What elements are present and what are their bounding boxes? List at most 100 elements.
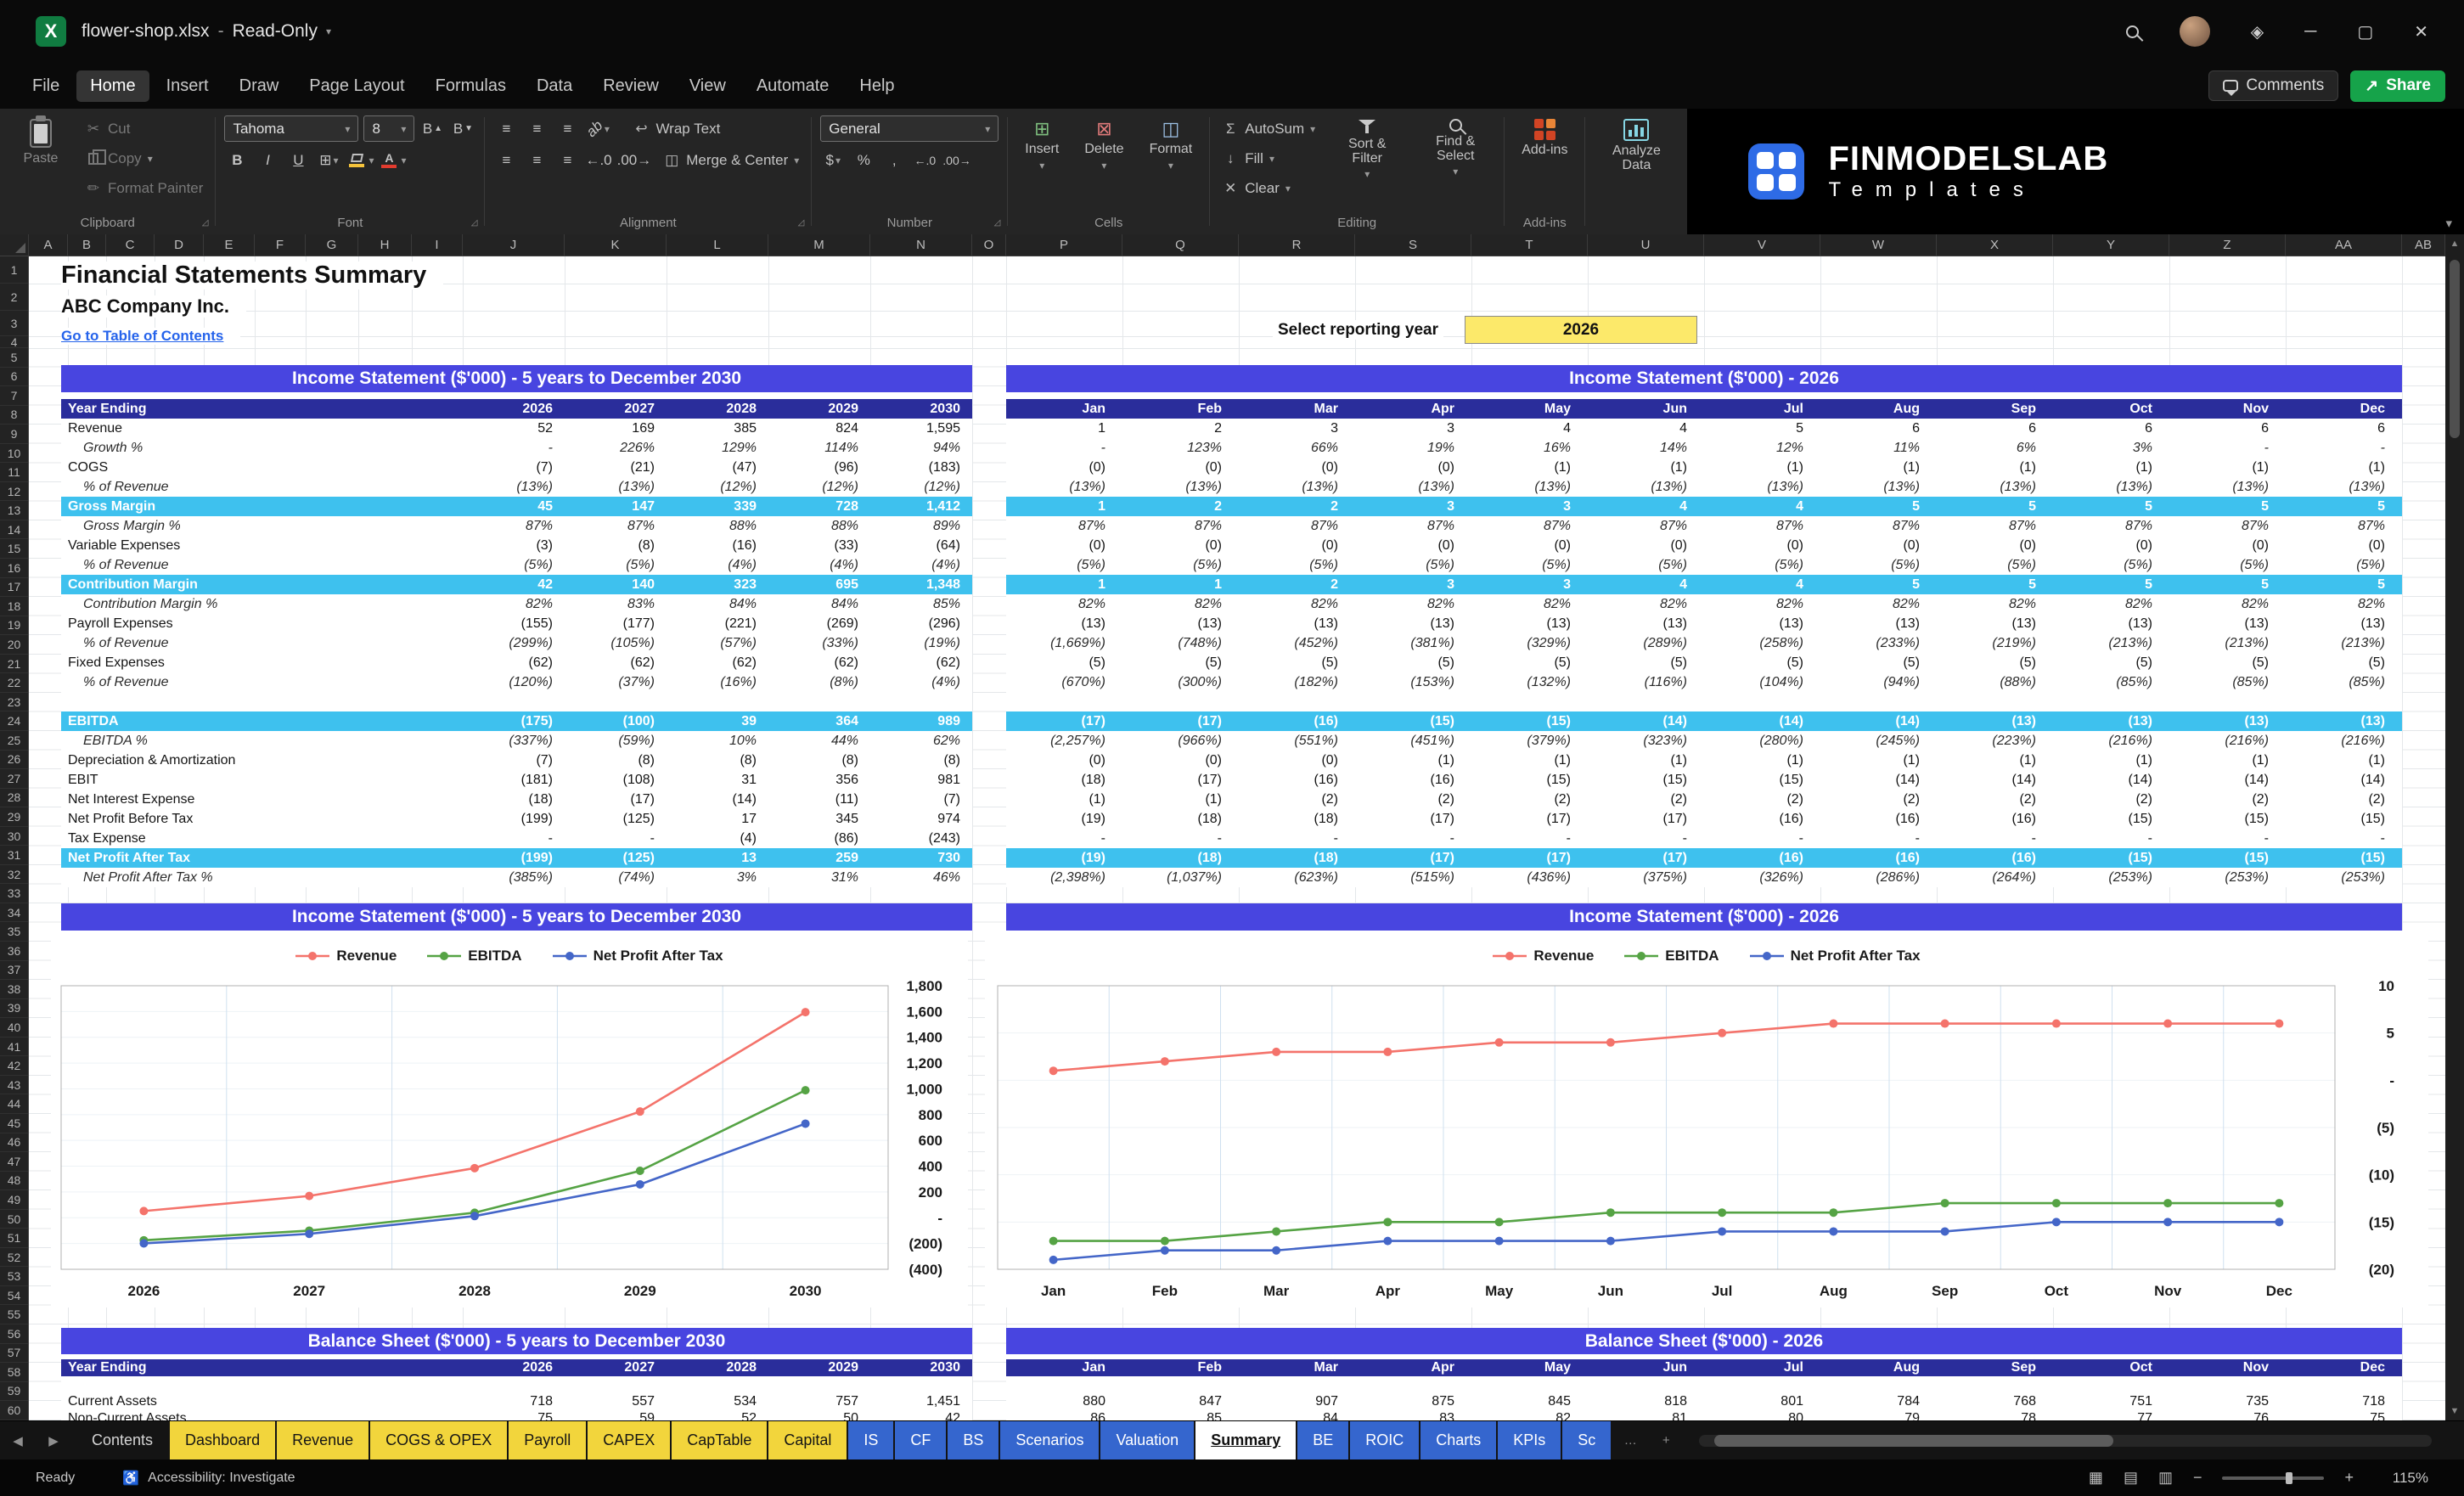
cell[interactable]: (13%) [1006,477,1122,497]
cell[interactable]: 82% [1937,594,2053,614]
cell[interactable]: (13) [2169,711,2286,731]
header-col[interactable]: Mar [1239,1359,1355,1376]
sheet-tab-captable[interactable]: CapTable [672,1421,768,1459]
header-col[interactable]: 2026 [463,399,565,419]
zoom-in-button[interactable]: + [2344,1469,2354,1487]
cell[interactable]: 83 [1355,1410,1471,1420]
cell[interactable]: (175) [463,711,565,731]
cell[interactable]: (4%) [870,672,972,692]
cell[interactable] [1820,1376,1937,1393]
cell[interactable]: 6% [1937,438,2053,458]
cell[interactable]: (1) [1006,790,1122,809]
row-header-22[interactable]: 22 [0,673,28,693]
cell[interactable]: (13) [1588,614,1704,633]
cell[interactable]: (14) [667,790,768,809]
cell[interactable]: 17 [667,809,768,829]
normal-view-icon[interactable]: ▦ [2089,1469,2103,1487]
share-button[interactable]: ↗ Share [2350,70,2445,102]
cell[interactable]: 81 [1588,1410,1704,1420]
cell[interactable]: 84% [667,594,768,614]
cell[interactable] [768,1376,870,1393]
row-header-7[interactable]: 7 [0,386,28,406]
cell[interactable]: 323 [667,575,768,594]
menu-tab-file[interactable]: File [19,70,73,102]
cell[interactable]: (14) [1937,770,2053,790]
cell-label[interactable]: EBITDA % [61,731,463,751]
cell[interactable]: 82% [1588,594,1704,614]
cell[interactable]: (16) [1239,770,1355,790]
cell[interactable]: (17) [1006,711,1122,731]
fill-button[interactable]: ↓ Fill ▾ [1218,145,1319,172]
cell[interactable]: (7) [463,751,565,770]
decrease-decimal-button[interactable]: ←.0 [912,147,937,173]
cell[interactable]: (13) [1820,614,1937,633]
cell[interactable]: 87% [1937,516,2053,536]
row-header-5[interactable]: 5 [0,348,28,368]
cell[interactable]: 78 [1937,1410,2053,1420]
cell[interactable]: (15) [1471,711,1588,731]
column-header-N[interactable]: N [870,234,972,256]
cell[interactable]: (13) [1704,614,1820,633]
cell[interactable]: (2) [2053,790,2169,809]
row-header-31[interactable]: 31 [0,846,28,865]
cell[interactable]: (0) [1937,536,2053,555]
cell[interactable]: (18) [1239,809,1355,829]
cell[interactable]: (21) [565,458,667,477]
alignment-dialog-launcher-icon[interactable]: ◿ [798,218,805,228]
cell[interactable]: 45 [463,497,565,516]
cell[interactable]: (17) [1471,848,1588,868]
cell[interactable]: - [2169,829,2286,848]
orientation-button[interactable]: ab ▾ [583,115,610,142]
cell[interactable] [1588,692,1704,711]
cell[interactable]: 147 [565,497,667,516]
cell-label[interactable]: Non-Current Assets [61,1410,463,1420]
cell[interactable]: (16) [1704,809,1820,829]
cell[interactable]: (181) [463,770,565,790]
cell[interactable]: (299%) [463,633,565,653]
cut-button[interactable]: ✂ Cut [82,115,206,142]
close-button[interactable]: ✕ [2414,21,2428,42]
row-header-4[interactable]: 4 [0,335,28,349]
cell[interactable]: (0) [1006,751,1122,770]
cell[interactable]: (5) [2286,653,2402,672]
cell[interactable]: (18) [1239,848,1355,868]
italic-button[interactable]: I [255,147,280,173]
cell[interactable]: (0) [1704,536,1820,555]
cell[interactable]: (5) [1122,653,1239,672]
cell[interactable]: (515%) [1355,868,1471,887]
cell[interactable]: 3% [2053,438,2169,458]
cell-label[interactable]: Fixed Expenses [61,653,463,672]
menu-tab-review[interactable]: Review [589,70,672,102]
diamond-icon[interactable]: ◈ [2251,21,2264,42]
row-header-21[interactable]: 21 [0,655,28,674]
minimize-button[interactable]: ─ [2304,22,2316,42]
sheet-tab-charts[interactable]: Charts [1420,1421,1497,1459]
cell[interactable]: (13) [1937,614,2053,633]
cell[interactable]: (213%) [2286,633,2402,653]
cell-label[interactable]: Net Profit After Tax % [61,868,463,887]
cell[interactable]: (253%) [2169,868,2286,887]
menu-tab-page-layout[interactable]: Page Layout [295,70,418,102]
cell[interactable]: 730 [870,848,972,868]
cell[interactable]: 140 [565,575,667,594]
cell[interactable]: 847 [1122,1393,1239,1410]
cell[interactable]: (323%) [1588,731,1704,751]
cell[interactable]: 3 [1355,497,1471,516]
merge-center-button[interactable]: ◫ Merge & Center ▾ [660,147,802,173]
sheet-tab-contents[interactable]: Contents [76,1421,168,1459]
cell[interactable]: - [1122,829,1239,848]
cell[interactable]: 3 [1239,419,1355,438]
header-col[interactable]: Feb [1122,399,1239,419]
cell[interactable]: 3 [1355,575,1471,594]
cell[interactable]: (5%) [1704,555,1820,575]
cell[interactable]: (4) [667,829,768,848]
cell[interactable]: 19% [1355,438,1471,458]
cell[interactable]: (13) [1355,614,1471,633]
column-header-C[interactable]: C [106,234,155,256]
cell[interactable]: - [1239,829,1355,848]
cell[interactable]: 5 [2286,575,2402,594]
cell[interactable]: (253%) [2286,868,2402,887]
cell[interactable]: (183) [870,458,972,477]
cell[interactable]: - [2053,829,2169,848]
header-col[interactable]: Sep [1937,399,2053,419]
